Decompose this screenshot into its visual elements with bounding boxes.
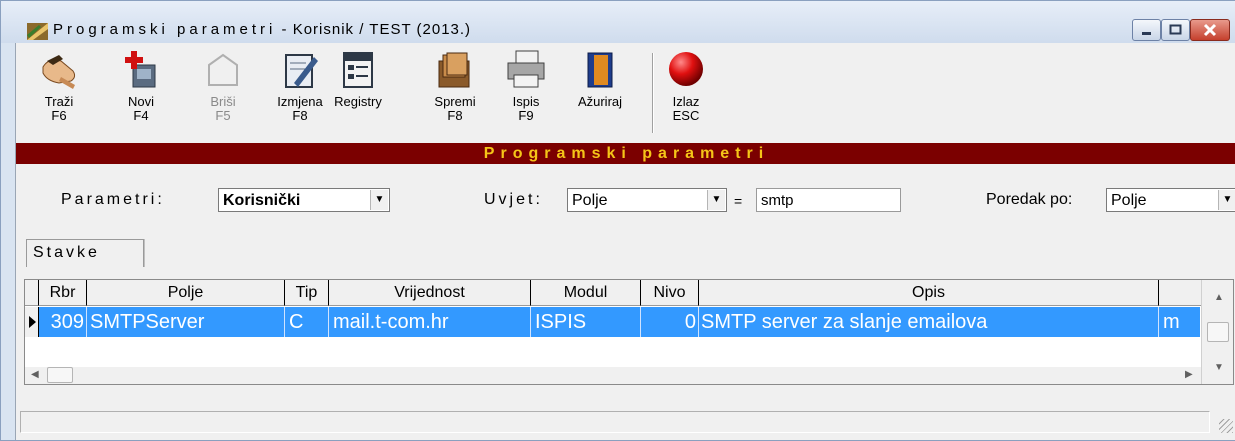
toolbar-shortcut: F8 (292, 108, 308, 123)
toolbar-label: Izmjena (277, 94, 323, 109)
toolbar-label: Ispis (512, 94, 540, 109)
maximize-button[interactable] (1161, 19, 1190, 41)
toolbar-button-brisi[interactable]: Briši F5 (202, 49, 244, 137)
toolbar-label: Ažuriraj (577, 94, 623, 109)
column-header-rbr[interactable]: Rbr (39, 280, 87, 306)
data-grid[interactable]: Rbr Polje Tip Vrijednost Modul Nivo Opis… (24, 279, 1234, 385)
poredak-label: Poredak po: (986, 191, 1073, 208)
poredak-select-value: Polje (1111, 192, 1147, 209)
app-icon (27, 23, 48, 40)
toolbar-button-ispis[interactable]: Ispis F9 (506, 49, 546, 137)
toolbar-label: Traži (44, 94, 74, 109)
toolbar-label: Spremi (434, 94, 476, 109)
save-folder-icon (438, 52, 470, 88)
poredak-select[interactable]: Polje ▼ (1106, 188, 1235, 212)
parametri-select[interactable]: Korisnički ▼ (218, 188, 390, 212)
title-bar[interactable]: Programski parametri - Korisnik / TEST (… (1, 1, 1235, 43)
client-area: Traži F6 Novi F4 Briši F5 Izmjena F8 Reg… (15, 43, 1235, 440)
cell-modul[interactable]: ISPIS (531, 307, 641, 337)
uvjet-field-select[interactable]: Polje ▼ (567, 188, 727, 212)
window-title: Programski parametri - Korisnik / TEST (… (53, 21, 471, 38)
cell-tip[interactable]: C (285, 307, 329, 337)
uvjet-value-textbox[interactable] (757, 189, 900, 211)
parametri-select-value: Korisnički (223, 192, 301, 209)
tab-strip-divider (144, 239, 146, 267)
scroll-left-icon[interactable]: ◀ (31, 369, 39, 380)
update-book-icon (587, 52, 613, 88)
tab-stavke[interactable]: Stavke (26, 239, 144, 267)
toolbar-button-novi[interactable]: Novi F4 (120, 49, 162, 137)
grid-header-indicator (25, 280, 39, 306)
chevron-down-icon[interactable]: ▼ (1218, 190, 1235, 210)
horizontal-scroll-thumb[interactable] (47, 367, 73, 383)
table-row[interactable]: 309 SMTPServer C mail.t-com.hr ISPIS 0 S… (25, 307, 1200, 337)
row-indicator-arrow-icon (25, 307, 39, 337)
cell-nivo[interactable]: 0 (641, 307, 699, 337)
exit-red-ball-icon (669, 52, 703, 86)
delete-icon (208, 53, 238, 86)
window-title-main: Programski parametri (53, 21, 277, 38)
column-header-nivo[interactable]: Nivo (641, 280, 699, 306)
uvjet-value-input[interactable] (756, 188, 901, 212)
vertical-scroll-thumb[interactable] (1207, 322, 1229, 342)
chevron-down-icon[interactable]: ▼ (370, 190, 388, 210)
toolbar: Traži F6 Novi F4 Briši F5 Izmjena F8 Reg… (16, 43, 1235, 141)
column-header-vrijednost[interactable]: Vrijednost (329, 280, 531, 306)
scroll-right-icon[interactable]: ▶ (1185, 369, 1193, 380)
toolbar-label: Briši (210, 94, 236, 109)
toolbar-shortcut: ESC (672, 108, 700, 123)
toolbar-button-izmjena[interactable]: Izmjena F8 (272, 49, 328, 137)
close-button[interactable] (1190, 19, 1230, 41)
minimize-icon (1142, 32, 1151, 35)
status-bar (16, 407, 1235, 437)
edit-icon (285, 54, 318, 88)
scroll-down-icon[interactable]: ▼ (1214, 362, 1224, 373)
column-header-modul[interactable]: Modul (531, 280, 641, 306)
toolbar-shortcut: F4 (133, 108, 149, 123)
toolbar-button-trazi[interactable]: Traži F6 (38, 49, 80, 137)
column-header-extra[interactable] (1159, 280, 1201, 306)
equals-sign: = (734, 193, 743, 209)
resize-grip-icon[interactable] (1219, 419, 1233, 433)
toolbar-shortcut: F6 (51, 108, 67, 123)
uvjet-label: Uvjet: (484, 191, 543, 208)
cell-opis[interactable]: SMTP server za slanje emailova (699, 307, 1159, 337)
toolbar-button-registry[interactable]: Registry (330, 49, 386, 137)
close-icon (1203, 23, 1217, 37)
section-banner: Programski parametri (16, 143, 1235, 164)
cell-extra[interactable]: m (1159, 307, 1200, 337)
application-window: Programski parametri - Korisnik / TEST (… (0, 0, 1235, 441)
column-header-polje[interactable]: Polje (87, 280, 285, 306)
vertical-scrollbar[interactable]: ▲ ▼ (1201, 280, 1233, 384)
printer-icon (507, 50, 545, 88)
registry-icon (343, 52, 373, 88)
toolbar-button-izlaz[interactable]: Izlaz ESC (666, 49, 706, 137)
column-header-tip[interactable]: Tip (285, 280, 329, 306)
hand-search-icon (42, 55, 76, 89)
uvjet-field-select-value: Polje (572, 192, 608, 209)
minimize-button[interactable] (1132, 19, 1161, 41)
chevron-down-icon[interactable]: ▼ (707, 190, 725, 210)
status-panel (20, 411, 1210, 433)
horizontal-scrollbar[interactable]: ◀ ▶ (25, 367, 1201, 384)
new-record-icon (125, 51, 156, 88)
cell-polje[interactable]: SMTPServer (87, 307, 285, 337)
toolbar-button-spremi[interactable]: Spremi F8 (430, 49, 480, 137)
toolbar-shortcut: F5 (215, 108, 231, 123)
scroll-up-icon[interactable]: ▲ (1214, 292, 1224, 303)
toolbar-label: Novi (127, 94, 154, 109)
toolbar-label: Registry (334, 94, 382, 109)
toolbar-shortcut: F8 (447, 108, 463, 123)
toolbar-shortcut: F9 (518, 108, 534, 123)
cell-rbr[interactable]: 309 (39, 307, 87, 337)
toolbar-button-azuriraj[interactable]: Ažuriraj (572, 49, 628, 137)
parametri-label: Parametri: (61, 191, 165, 208)
toolbar-label: Izlaz (672, 94, 700, 109)
toolbar-separator (652, 53, 654, 133)
maximize-icon (1169, 24, 1182, 35)
window-title-context: - Korisnik / TEST (2013.) (276, 21, 472, 38)
column-header-opis[interactable]: Opis (699, 280, 1159, 306)
cell-vrijednost[interactable]: mail.t-com.hr (329, 307, 531, 337)
